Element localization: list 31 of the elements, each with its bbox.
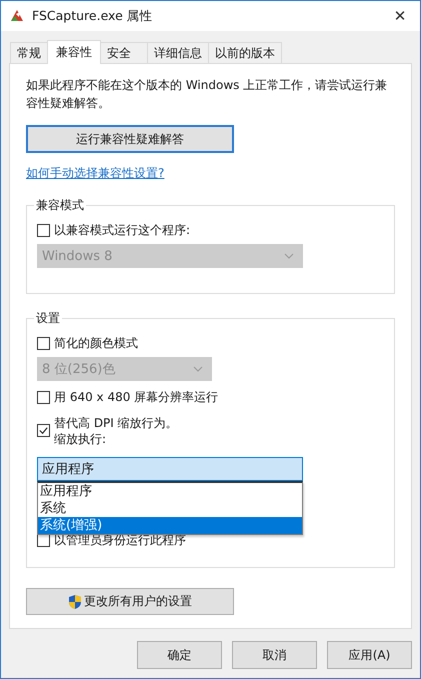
dropdown[interactable]: 应用程序 — [37, 457, 303, 481]
checkbox-label: 替代高 DPI 缩放行为。 — [54, 415, 178, 431]
app-icon — [9, 8, 25, 24]
intro-text: 如果此程序不能在这个版本的 Windows 上正常工作，请尝试运行兼容性疑难解答。 — [26, 77, 388, 112]
window-title: FSCapture.exe 属性 — [32, 8, 154, 24]
help-link[interactable]: 如何手动选择兼容性设置? — [26, 166, 164, 180]
dialog-button[interactable]: 取消 — [232, 641, 317, 669]
tab[interactable]: 常规 — [10, 42, 48, 63]
dropdown-option[interactable]: 应用程序 — [38, 483, 302, 500]
chevron-icon — [284, 253, 294, 259]
checkbox[interactable] — [37, 390, 50, 404]
chevron-icon — [193, 366, 203, 372]
checkbox-label: 以兼容模式运行这个程序: — [54, 222, 190, 238]
dialog-button[interactable]: 应用(A) — [327, 641, 412, 669]
troubleshoot-button[interactable]: 运行兼容性疑难解答 — [26, 125, 234, 153]
tab[interactable]: 以前的版本 — [208, 42, 282, 63]
checkbox[interactable] — [37, 336, 50, 350]
group-title: 兼容模式 — [35, 197, 85, 214]
tab[interactable]: 兼容性 — [47, 40, 101, 64]
checkbox-label: 用 640 x 480 屏幕分辨率运行 — [54, 388, 218, 406]
sub-label: 缩放执行: — [54, 431, 108, 447]
dialog-button[interactable]: 确定 — [137, 641, 222, 669]
checkbox[interactable] — [37, 224, 50, 236]
change-all-users-button[interactable]: 更改所有用户的设置 — [26, 588, 234, 615]
checkbox[interactable] — [37, 424, 50, 437]
close-button[interactable]: ✕ — [380, 1, 420, 31]
dropdown-option[interactable]: 系统(增强) — [38, 517, 302, 534]
dropdown-option[interactable]: 系统 — [38, 500, 302, 517]
checkbox-label: 简化的颜色模式 — [54, 334, 138, 352]
group-title: 设置 — [35, 310, 61, 327]
shield-icon — [68, 594, 82, 610]
